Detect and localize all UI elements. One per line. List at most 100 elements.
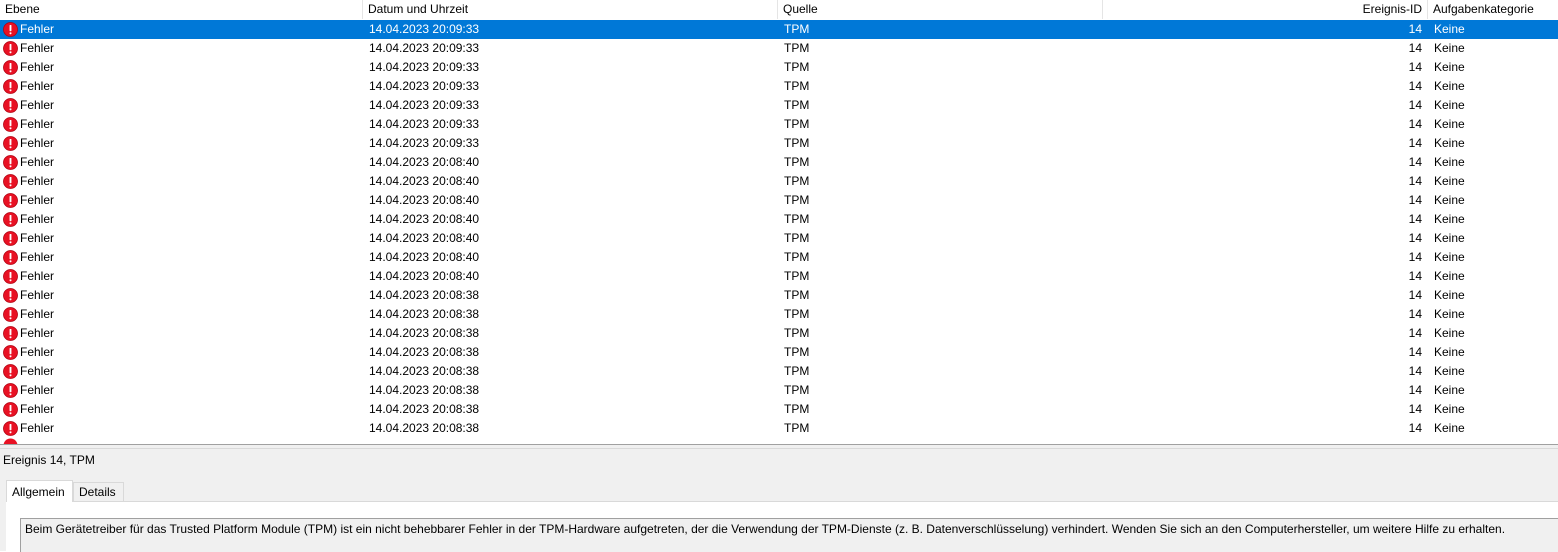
task-category-cell: Keine [1434,269,1465,283]
source-cell: TPM [784,41,810,55]
column-header-datetime[interactable]: Datum und Uhrzeit [363,0,778,19]
datetime-cell: 14.04.2023 20:08:40 [369,193,480,207]
table-row[interactable]: Fehler 14.04.2023 20:08:38 TPM 14 Keine [0,324,1558,343]
table-row[interactable]: Fehler 14.04.2023 20:08:40 TPM 14 Keine [0,248,1558,267]
source-cell: TPM [784,60,810,74]
table-row[interactable]: Fehler 14.04.2023 20:09:33 TPM 14 Keine [0,134,1558,153]
error-icon [3,60,18,75]
datetime-cell: 14.04.2023 20:08:40 [369,231,480,245]
table-row[interactable]: Fehler 14.04.2023 20:08:40 TPM 14 Keine [0,229,1558,248]
table-row[interactable]: Fehler 14.04.2023 20:08:40 TPM 14 Keine [0,210,1558,229]
source-cell: TPM [784,79,810,93]
table-row[interactable]: Fehler 14.04.2023 20:08:40 TPM 14 Keine [0,267,1558,286]
datetime-cell: 14.04.2023 20:09:33 [369,41,480,55]
error-icon [3,288,18,303]
source-cell: TPM [784,231,810,245]
tab-details[interactable]: Details [73,482,124,501]
event-id-cell: 14 [1408,155,1422,169]
level-cell: Fehler [20,155,55,169]
source-cell: TPM [784,212,810,226]
level-cell: Fehler [20,383,55,397]
table-row[interactable]: Fehler 14.04.2023 20:08:38 TPM 14 Keine [0,419,1558,438]
event-id-cell: 14 [1408,250,1422,264]
table-row[interactable]: Fehler 14.04.2023 20:09:33 TPM 14 Keine [0,115,1558,134]
error-icon [3,269,18,284]
event-id-cell: 14 [1408,60,1422,74]
level-cell: Fehler [20,193,55,207]
level-cell: Fehler [20,60,55,74]
source-cell: TPM [784,307,810,321]
level-cell: Fehler [20,269,55,283]
event-id-cell: 14 [1408,136,1422,150]
column-header-level[interactable]: Ebene [0,0,363,19]
event-id-cell: 14 [1408,41,1422,55]
table-row[interactable]: Fehler 14.04.2023 20:08:38 TPM 14 Keine [0,286,1558,305]
level-cell: Fehler [20,174,55,188]
tab-allgemein[interactable]: Allgemein [6,480,73,502]
event-id-cell: 14 [1408,421,1422,435]
column-header-task-category[interactable]: Aufgabenkategorie [1428,0,1558,19]
error-icon [3,402,18,417]
table-row[interactable]: Fehler 14.04.2023 20:08:38 TPM 14 Keine [0,381,1558,400]
level-cell: Fehler [20,288,55,302]
source-cell: TPM [784,383,810,397]
event-id-cell: 14 [1408,79,1422,93]
datetime-cell: 14.04.2023 20:08:40 [369,269,480,283]
error-icon [3,383,18,398]
source-cell: TPM [784,421,810,435]
task-category-cell: Keine [1434,155,1465,169]
table-row[interactable]: Fehler 14.04.2023 20:09:33 TPM 14 Keine [0,96,1558,115]
table-row[interactable]: Fehler 14.04.2023 20:09:33 TPM 14 Keine [0,58,1558,77]
error-icon [3,98,18,113]
level-cell: Fehler [20,117,55,131]
datetime-cell: 14.04.2023 20:08:38 [369,364,480,378]
task-category-cell: Keine [1434,326,1465,340]
table-row[interactable]: Fehler 14.04.2023 20:09:33 TPM 14 Keine [0,39,1558,58]
error-icon [3,212,18,227]
table-row[interactable]: Fehler 14.04.2023 20:08:40 TPM 14 Keine [0,153,1558,172]
event-id-cell: 14 [1408,22,1422,36]
table-row[interactable]: Fehler 14.04.2023 20:09:33 TPM 14 Keine [0,20,1558,39]
event-id-cell: 14 [1408,288,1422,302]
error-icon [3,79,18,94]
column-header-source[interactable]: Quelle [778,0,1103,19]
datetime-cell: 14.04.2023 20:09:33 [369,136,480,150]
source-cell: TPM [784,98,810,112]
event-id-cell: 14 [1408,345,1422,359]
datetime-cell: 14.04.2023 20:08:38 [369,402,480,416]
error-icon [3,155,18,170]
error-icon [3,193,18,208]
event-id-cell: 14 [1408,231,1422,245]
event-list[interactable]: Ebene Datum und Uhrzeit Quelle Ereignis-… [0,0,1558,444]
table-row[interactable]: Fehler 14.04.2023 20:08:38 TPM 14 Keine [0,400,1558,419]
level-cell: Fehler [20,364,55,378]
level-cell: Fehler [20,307,55,321]
task-category-cell: Keine [1434,193,1465,207]
event-id-cell: 14 [1408,212,1422,226]
error-icon [3,136,18,151]
datetime-cell: 14.04.2023 20:08:40 [369,212,480,226]
event-id-cell: 14 [1408,269,1422,283]
level-cell: Fehler [20,98,55,112]
event-description[interactable]: Beim Gerätetreiber für das Trusted Platf… [20,518,1558,552]
table-row[interactable]: Fehler 14.04.2023 20:08:38 TPM 14 Keine [0,305,1558,324]
event-id-cell: 14 [1408,193,1422,207]
table-row[interactable]: Fehler 14.04.2023 20:09:33 TPM 14 Keine [0,77,1558,96]
datetime-cell: 14.04.2023 20:09:33 [369,117,480,131]
level-cell: Fehler [20,231,55,245]
error-icon [3,41,18,56]
table-row[interactable]: Fehler 14.04.2023 20:08:38 TPM 14 Keine [0,343,1558,362]
level-cell: Fehler [20,345,55,359]
task-category-cell: Keine [1434,41,1465,55]
task-category-cell: Keine [1434,174,1465,188]
error-icon [3,22,18,37]
table-row[interactable]: Fehler 14.04.2023 20:08:40 TPM 14 Keine [0,172,1558,191]
level-cell: Fehler [20,22,55,36]
table-row[interactable]: Fehler 14.04.2023 20:08:40 TPM 14 Keine [0,191,1558,210]
level-cell: Fehler [20,41,55,55]
error-icon [3,326,18,341]
table-row[interactable]: Fehler 14.04.2023 20:08:38 TPM 14 Keine [0,362,1558,381]
event-id-cell: 14 [1408,326,1422,340]
task-category-cell: Keine [1434,117,1465,131]
column-header-event-id[interactable]: Ereignis-ID [1103,0,1428,19]
